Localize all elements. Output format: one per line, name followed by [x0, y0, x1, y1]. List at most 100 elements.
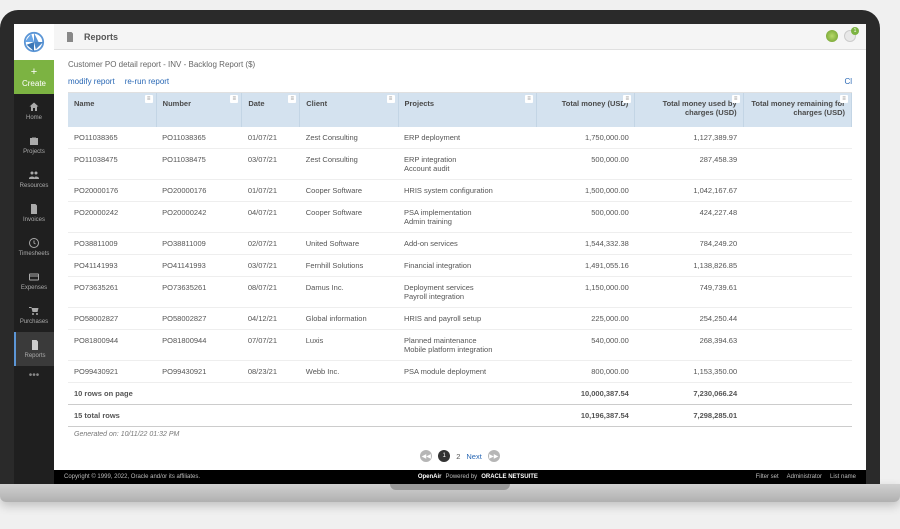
- pager-page-2[interactable]: 2: [456, 452, 460, 461]
- table-cell: Planned maintenanceMobile platform integ…: [398, 330, 537, 361]
- people-icon: [28, 169, 40, 181]
- brand-logo[interactable]: [14, 24, 54, 60]
- globe-icon: [826, 30, 838, 42]
- column-header[interactable]: Number≡: [156, 93, 242, 127]
- table-cell: [743, 127, 851, 149]
- close-link[interactable]: Cl: [844, 77, 852, 86]
- notification-indicator[interactable]: 1: [844, 30, 856, 44]
- table-cell: 08/07/21: [242, 277, 300, 308]
- column-header[interactable]: Total money remaining for charges (USD)≡: [743, 93, 851, 127]
- column-menu-icon[interactable]: ≡: [525, 95, 533, 103]
- sidebar-item-invoices[interactable]: Invoices: [14, 196, 54, 230]
- column-header[interactable]: Client≡: [300, 93, 398, 127]
- column-header[interactable]: Total money used by charges (USD)≡: [635, 93, 743, 127]
- table-row[interactable]: PO81800944PO8180094407/07/21LuxisPlanned…: [68, 330, 852, 361]
- table-row[interactable]: PO11038365PO1103836501/07/21Zest Consult…: [68, 127, 852, 149]
- table-cell: 424,227.48: [635, 202, 743, 233]
- report-table-wrap: Name≡Number≡Date≡Client≡Projects≡Total m…: [68, 92, 852, 444]
- column-menu-icon[interactable]: ≡: [732, 95, 740, 103]
- table-cell: PO73635261: [68, 277, 156, 308]
- table-cell: PO73635261: [156, 277, 242, 308]
- create-button[interactable]: + Create: [14, 60, 54, 94]
- table-cell: PO11038365: [68, 127, 156, 149]
- sidebar-item-timesheets[interactable]: Timesheets: [14, 230, 54, 264]
- footer-brand: OpenAir: [418, 474, 442, 480]
- sidebar-item-projects[interactable]: Projects: [14, 128, 54, 162]
- table-cell: PSA module deployment: [398, 361, 537, 383]
- column-menu-icon[interactable]: ≡: [288, 95, 296, 103]
- table-cell: 08/23/21: [242, 361, 300, 383]
- top-bar: Reports 1: [54, 24, 866, 50]
- create-label: Create: [22, 79, 46, 88]
- table-cell: PO11038475: [68, 149, 156, 180]
- column-menu-icon[interactable]: ≡: [230, 95, 238, 103]
- generated-text: Generated on: 10/11/22 01:32 PM: [68, 427, 852, 445]
- sidebar-item-reports[interactable]: Reports: [14, 332, 54, 366]
- sidebar-item-label: Home: [26, 115, 42, 121]
- app-screen: + Create Home Projects Resources Invoice…: [14, 24, 866, 484]
- table-cell: Cooper Software: [300, 180, 398, 202]
- table-cell: PO99430921: [156, 361, 242, 383]
- column-header[interactable]: Projects≡: [398, 93, 537, 127]
- column-header[interactable]: Date ≡: [242, 93, 300, 127]
- table-row[interactable]: PO38811009PO3881100902/07/21United Softw…: [68, 233, 852, 255]
- footer-powered: Powered by: [446, 474, 478, 480]
- column-menu-icon[interactable]: ≡: [387, 95, 395, 103]
- table-row[interactable]: PO11038475PO1103847503/07/21Zest Consult…: [68, 149, 852, 180]
- sidebar-item-label: Purchases: [20, 319, 48, 325]
- sidebar-item-label: Projects: [23, 149, 45, 155]
- summary-row: 15 total rows10,196,387.547,298,285.01: [68, 405, 852, 427]
- table-cell: 1,127,389.97: [635, 127, 743, 149]
- table-cell: [743, 255, 851, 277]
- generated-row: Generated on: 10/11/22 01:32 PM: [68, 427, 852, 445]
- column-header[interactable]: Name≡: [68, 93, 156, 127]
- column-menu-icon[interactable]: ≡: [145, 95, 153, 103]
- table-cell: United Software: [300, 233, 398, 255]
- table-row[interactable]: PO20000242PO2000024204/07/21Cooper Softw…: [68, 202, 852, 233]
- pager-last[interactable]: ▶▶: [488, 450, 500, 462]
- table-cell: [743, 277, 851, 308]
- table-row[interactable]: PO20000176PO2000017601/07/21Cooper Softw…: [68, 180, 852, 202]
- app-footer: Copyright © 1999, 2022, Oracle and/or it…: [54, 470, 866, 484]
- table-cell: 1,500,000.00: [537, 180, 635, 202]
- sidebar-item-home[interactable]: Home: [14, 94, 54, 128]
- rerun-report-link[interactable]: re-run report: [125, 77, 169, 86]
- sidebar-item-resources[interactable]: Resources: [14, 162, 54, 196]
- table-row[interactable]: PO41141993PO4114199303/07/21Fernhill Sol…: [68, 255, 852, 277]
- table-cell: PO58002827: [156, 308, 242, 330]
- table-cell: Webb Inc.: [300, 361, 398, 383]
- column-header[interactable]: Total money (USD)≡: [537, 93, 635, 127]
- status-indicator[interactable]: [826, 30, 838, 44]
- sidebar-item-purchases[interactable]: Purchases: [14, 298, 54, 332]
- table-cell: ERP deployment: [398, 127, 537, 149]
- table-cell: PO38811009: [156, 233, 242, 255]
- footer-filterset[interactable]: Filter set: [756, 474, 779, 480]
- table-row[interactable]: PO58002827PO5800282704/12/21Global infor…: [68, 308, 852, 330]
- column-menu-icon[interactable]: ≡: [840, 95, 848, 103]
- table-cell: 225,000.00: [537, 308, 635, 330]
- laptop-frame: + Create Home Projects Resources Invoice…: [0, 10, 880, 484]
- table-row[interactable]: PO99430921PO9943092108/23/21Webb Inc.PSA…: [68, 361, 852, 383]
- report-table: Name≡Number≡Date≡Client≡Projects≡Total m…: [68, 93, 852, 444]
- table-cell: 749,739.61: [635, 277, 743, 308]
- column-header-label: Date: [248, 99, 264, 108]
- table-cell: [743, 180, 851, 202]
- laptop-notch: [390, 484, 510, 490]
- sidebar-more[interactable]: •••: [29, 370, 40, 381]
- pager-first[interactable]: ◀◀: [420, 450, 432, 462]
- pager-page-1[interactable]: 1: [438, 450, 450, 462]
- table-cell: Fernhill Solutions: [300, 255, 398, 277]
- sidebar-item-label: Timesheets: [19, 251, 50, 257]
- footer-administrator[interactable]: Administrator: [787, 474, 822, 480]
- modify-report-link[interactable]: modify report: [68, 77, 115, 86]
- table-row[interactable]: PO73635261PO7363526108/07/21Damus Inc.De…: [68, 277, 852, 308]
- sidebar-item-expenses[interactable]: Expenses: [14, 264, 54, 298]
- footer-oracle: ORACLE NETSUITE: [481, 474, 538, 480]
- pager-next[interactable]: Next: [466, 452, 481, 461]
- table-cell: PO81800944: [68, 330, 156, 361]
- table-cell: HRIS system configuration: [398, 180, 537, 202]
- footer-listname[interactable]: List name: [830, 474, 856, 480]
- table-cell: PO20000176: [68, 180, 156, 202]
- sidebar-item-label: Invoices: [23, 217, 45, 223]
- column-menu-icon[interactable]: ≡: [623, 95, 631, 103]
